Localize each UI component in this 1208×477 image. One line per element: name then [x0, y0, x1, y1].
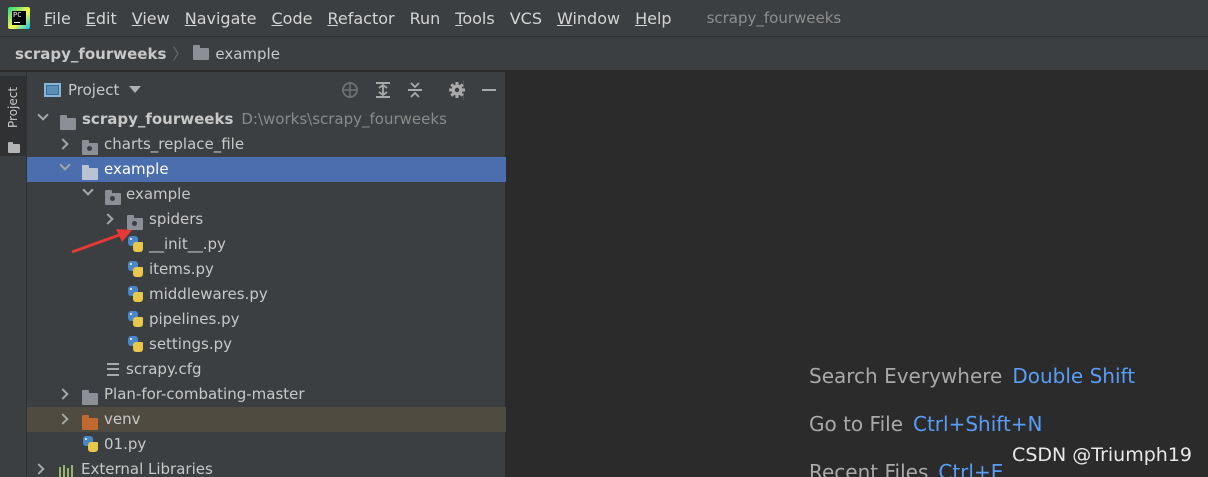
- window-title: scrapy_fourweeks: [706, 9, 842, 27]
- tree-node-external-libraries[interactable]: External Libraries: [27, 457, 506, 477]
- watermark: CSDN @Triumph19: [1012, 444, 1192, 466]
- menu-run[interactable]: Run: [410, 9, 441, 28]
- tree-node-middlewares-py[interactable]: middlewares.py: [27, 282, 506, 307]
- tree-node-example-outer[interactable]: example: [27, 157, 506, 182]
- tree-node-charts-replace-file[interactable]: charts_replace_file: [27, 132, 506, 157]
- chevron-down-icon[interactable]: [82, 184, 94, 196]
- folder-icon: [193, 44, 210, 60]
- config-file-icon: [107, 363, 119, 376]
- chevron-right-icon[interactable]: [33, 463, 45, 475]
- python-file-icon: [83, 436, 98, 452]
- folder-icon: [60, 114, 76, 130]
- project-tree: scrapy_fourweeks D:\works\scrapy_fourweek…: [27, 107, 506, 477]
- project-view-icon: [44, 82, 61, 97]
- tree-node-settings-py[interactable]: settings.py: [27, 332, 506, 357]
- folder-icon: [8, 142, 20, 153]
- folder-icon: [82, 389, 98, 405]
- tree-node-example-inner[interactable]: example: [27, 182, 506, 207]
- tree-node-01-py[interactable]: 01.py: [27, 432, 506, 457]
- tree-node-label: Plan-for-combating-master: [104, 385, 305, 403]
- hint-label: Go to File: [809, 412, 903, 436]
- project-panel: Project scrapy_fourweeks D:\works\scrapy_…: [27, 72, 506, 477]
- hint-label: Recent Files: [809, 460, 929, 477]
- hint-shortcut[interactable]: Ctrl+E: [938, 460, 1003, 477]
- tree-node-label: venv: [104, 410, 141, 428]
- tree-node-label: scrapy_fourweeks: [82, 110, 234, 128]
- collapse-all-icon[interactable]: [405, 80, 425, 100]
- tree-node-path: D:\works\scrapy_fourweeks: [241, 110, 447, 128]
- breadcrumb-root[interactable]: scrapy_fourweeks: [15, 45, 166, 63]
- python-file-icon: [128, 286, 143, 302]
- project-panel-title[interactable]: Project: [68, 81, 119, 99]
- project-tool-tab-label: Project: [6, 86, 20, 128]
- tree-node-label: External Libraries: [81, 460, 213, 477]
- menu-navigate[interactable]: Navigate: [185, 9, 257, 28]
- tree-node-label: settings.py: [149, 335, 232, 353]
- menu-view[interactable]: View: [132, 9, 170, 28]
- menu-tools[interactable]: Tools: [455, 9, 494, 28]
- menu-code[interactable]: Code: [272, 9, 313, 28]
- locate-target-icon[interactable]: [340, 80, 360, 100]
- breadcrumb-separator-icon: 〉: [172, 45, 188, 63]
- package-folder-icon: [105, 189, 121, 205]
- tree-node-items-py[interactable]: items.py: [27, 257, 506, 282]
- tree-node-label: middlewares.py: [149, 285, 268, 303]
- menu-edit[interactable]: Edit: [86, 9, 117, 28]
- annotation-arrow-icon: [71, 229, 132, 254]
- chevron-down-icon[interactable]: [59, 159, 71, 171]
- tree-node-label: pipelines.py: [149, 310, 240, 328]
- tree-node-label: __init__.py: [149, 235, 226, 253]
- menu-help[interactable]: Help: [635, 9, 671, 28]
- project-tool-tab[interactable]: Project: [0, 76, 27, 156]
- breadcrumb-current[interactable]: example: [215, 45, 280, 63]
- menu-refactor[interactable]: Refactor: [327, 9, 394, 28]
- folder-icon: [82, 164, 98, 180]
- tree-node-project-root[interactable]: scrapy_fourweeks D:\works\scrapy_fourweek…: [27, 107, 506, 132]
- python-file-icon: [128, 336, 143, 352]
- tree-node-label: spiders: [149, 210, 204, 228]
- chevron-down-icon[interactable]: [37, 109, 49, 121]
- menu-vcs[interactable]: VCS: [510, 9, 542, 28]
- hide-panel-icon[interactable]: [479, 80, 499, 100]
- chevron-right-icon[interactable]: [57, 138, 69, 150]
- tree-node-label: charts_replace_file: [104, 135, 245, 153]
- pycharm-logo-icon[interactable]: PC: [8, 7, 30, 29]
- tree-node-label: scrapy.cfg: [126, 360, 202, 378]
- tree-node-label: 01.py: [104, 435, 147, 453]
- hint-recent-files: Recent Files Ctrl+E: [809, 460, 1003, 477]
- breadcrumb: scrapy_fourweeks 〉 example: [0, 36, 1208, 71]
- hint-label: Search Everywhere: [809, 364, 1003, 388]
- expand-all-icon[interactable]: [373, 80, 393, 100]
- folder-icon: [82, 139, 98, 155]
- tree-node-pipelines-py[interactable]: pipelines.py: [27, 307, 506, 332]
- tree-node-scrapy-cfg[interactable]: scrapy.cfg: [27, 357, 506, 382]
- excluded-folder-icon: [82, 414, 98, 430]
- tree-node-label: example: [104, 160, 169, 178]
- menu-file[interactable]: File: [44, 9, 71, 28]
- chevron-right-icon[interactable]: [57, 413, 69, 425]
- chevron-right-icon[interactable]: [57, 388, 69, 400]
- hint-shortcut[interactable]: Ctrl+Shift+N: [913, 412, 1043, 436]
- hint-search-everywhere: Search Everywhere Double Shift: [809, 364, 1135, 388]
- tree-node-label: items.py: [149, 260, 214, 278]
- hint-shortcut[interactable]: Double Shift: [1012, 364, 1135, 388]
- python-file-icon: [128, 311, 143, 327]
- library-icon: [59, 465, 75, 477]
- tree-node-plan-for-combating-master[interactable]: Plan-for-combating-master: [27, 382, 506, 407]
- tree-node-label: example: [126, 185, 191, 203]
- menu-bar: PC File Edit View Navigate Code Refactor…: [0, 0, 1208, 36]
- gear-icon[interactable]: [447, 80, 467, 100]
- hint-go-to-file: Go to File Ctrl+Shift+N: [809, 412, 1043, 436]
- tool-window-strip: Project: [0, 72, 27, 477]
- project-panel-header: Project: [27, 72, 505, 107]
- chevron-down-icon[interactable]: [129, 86, 142, 93]
- menu-window[interactable]: Window: [557, 9, 620, 28]
- tree-node-venv[interactable]: venv: [27, 407, 506, 432]
- editor-area[interactable]: Search Everywhere Double Shift Go to File…: [507, 72, 1208, 477]
- chevron-right-icon[interactable]: [102, 213, 114, 225]
- python-file-icon: [128, 261, 143, 277]
